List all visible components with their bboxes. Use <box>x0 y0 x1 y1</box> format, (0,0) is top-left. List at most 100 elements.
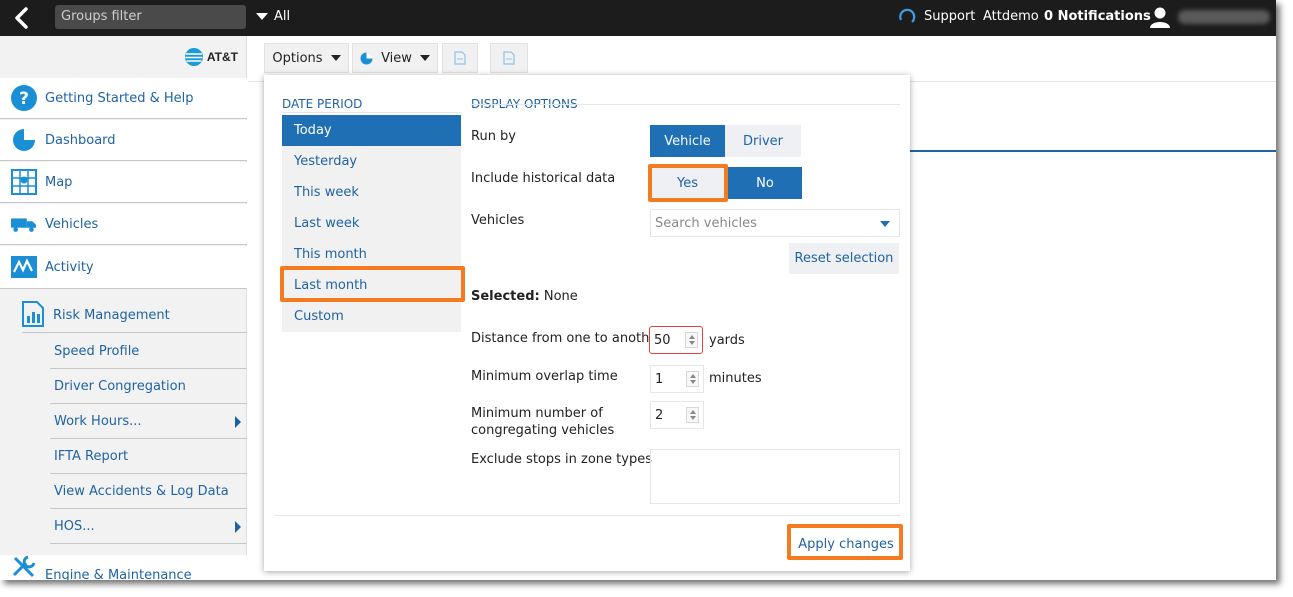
sidebar-subitem-ifta-report[interactable]: IFTA Report <box>50 439 247 474</box>
vehicles-label: Vehicles <box>471 213 525 228</box>
reset-selection-button[interactable]: Reset selection <box>789 243 899 274</box>
sidebar-item-risk-management[interactable]: Risk Management <box>22 299 247 333</box>
map-icon <box>11 169 37 195</box>
sidebar-subitem-driver-congregation[interactable]: Driver Congregation <box>50 369 247 404</box>
selected-value: None <box>543 289 578 304</box>
sidebar-subitem-view-accidents[interactable]: View Accidents & Log Data <box>50 474 247 509</box>
sidebar-item-dashboard[interactable]: Dashboard <box>0 120 247 161</box>
sidebar-item-engine-maintenance[interactable]: Engine & Maintenance <box>0 555 247 580</box>
vehicle-search-input[interactable]: Search vehicles <box>650 209 900 237</box>
sidebar-item-getting-started[interactable]: ? Getting Started & Help <box>0 78 247 119</box>
document-icon <box>454 51 466 65</box>
user-icon[interactable] <box>1148 5 1172 29</box>
sidebar-item-label: Getting Started & Help <box>45 90 194 106</box>
chevron-right-icon <box>235 521 241 533</box>
caret-down-icon <box>256 13 268 20</box>
print-button[interactable] <box>490 43 528 73</box>
sidebar-subitem-work-hours[interactable]: Work Hours... <box>50 404 247 439</box>
stepper-arrows-icon[interactable] <box>685 332 698 348</box>
scope-dropdown[interactable]: All <box>256 9 290 24</box>
sidebar-item-label: Map <box>45 174 73 190</box>
distance-unit: yards <box>709 333 745 348</box>
sidebar-subitem-label: IFTA Report <box>54 448 129 464</box>
historical-no-toggle[interactable]: No <box>728 167 802 199</box>
min-vehicles-label: Minimum number of <box>471 406 603 421</box>
sidebar-item-map[interactable]: Map <box>0 162 247 203</box>
groups-filter-input[interactable]: Groups filter <box>55 5 246 29</box>
period-custom[interactable]: Custom <box>282 301 461 332</box>
report-icon <box>22 300 44 331</box>
app-window: Groups filter All Support Attdemo 0 Noti… <box>0 0 1276 580</box>
sidebar-subitem-speed-profile[interactable]: Speed Profile <box>50 334 247 369</box>
pie-chart-icon <box>11 127 37 153</box>
search-placeholder: Search vehicles <box>655 215 757 231</box>
min-vehicles-label: congregating vehicles <box>471 423 615 438</box>
back-arrow-icon[interactable] <box>10 6 34 30</box>
account-link[interactable]: Attdemo <box>983 9 1039 24</box>
caret-down-icon[interactable] <box>880 221 890 227</box>
sidebar: AT&T ? Getting Started & Help Dashboard … <box>0 36 247 580</box>
overlap-value: 1 <box>655 371 664 387</box>
view-label: View <box>381 50 412 66</box>
sidebar-item-activity[interactable]: Activity <box>0 246 247 289</box>
caret-down-icon <box>419 55 430 61</box>
brand-logo: AT&T <box>184 46 238 68</box>
distance-label: Distance from one to another <box>471 331 663 346</box>
highlight-yes <box>648 164 728 202</box>
notifications-link[interactable]: 0 Notifications <box>1044 9 1151 24</box>
sidebar-subitem-label: Speed Profile <box>54 343 140 359</box>
min-vehicles-value: 2 <box>655 407 664 423</box>
overlap-stepper[interactable]: 1 <box>650 365 704 393</box>
date-period-title: DATE PERIOD <box>282 97 363 111</box>
globe-icon <box>184 48 203 66</box>
period-yesterday[interactable]: Yesterday <box>282 146 461 177</box>
divider <box>274 515 900 516</box>
chevron-right-icon <box>235 416 241 428</box>
stepper-arrows-icon[interactable] <box>686 407 699 423</box>
stepper-arrows-icon[interactable] <box>686 371 699 387</box>
selected-label: Selected: <box>471 289 540 304</box>
view-button[interactable]: View <box>352 43 438 73</box>
historical-label: Include historical data <box>471 171 616 186</box>
support-link[interactable]: Support <box>924 9 975 24</box>
sidebar-subitem-label: Work Hours... <box>54 413 142 429</box>
run-by-vehicle-toggle[interactable]: Vehicle <box>650 125 725 157</box>
run-by-label: Run by <box>471 129 517 144</box>
sidebar-subitem-hos[interactable]: HOS... <box>50 509 247 544</box>
divider <box>471 104 900 105</box>
sidebar-item-label: Dashboard <box>45 132 116 148</box>
pie-chart-icon <box>360 52 373 64</box>
exclude-zones-label: Exclude stops in zone types <box>471 452 652 467</box>
sidebar-item-label: Activity <box>45 259 94 275</box>
period-last-week[interactable]: Last week <box>282 208 461 239</box>
min-vehicles-stepper[interactable]: 2 <box>650 401 704 429</box>
brand-logo-text: AT&T <box>206 50 238 64</box>
sidebar-item-label: Vehicles <box>45 216 99 232</box>
truck-icon <box>11 211 37 237</box>
sidebar-subitem-label: Driver Congregation <box>54 378 186 394</box>
options-button[interactable]: Options <box>264 43 349 73</box>
distance-value: 50 <box>654 332 671 348</box>
caret-down-icon <box>330 55 341 61</box>
sidebar-subitem-label: HOS... <box>54 518 95 534</box>
scope-label: All <box>274 9 291 24</box>
support-icon[interactable] <box>898 8 916 26</box>
help-icon: ? <box>11 85 37 111</box>
overlap-label: Minimum overlap time <box>471 369 618 384</box>
sidebar-subitem-label: View Accidents & Log Data <box>54 483 229 499</box>
period-this-week[interactable]: This week <box>282 177 461 208</box>
sidebar-item-label: Risk Management <box>53 308 170 323</box>
wrench-icon <box>11 554 37 581</box>
sidebar-item-vehicles[interactable]: Vehicles <box>0 204 247 245</box>
zone-types-input[interactable] <box>650 449 900 504</box>
document-icon <box>503 51 515 65</box>
export-button[interactable] <box>442 43 478 73</box>
period-today[interactable]: Today <box>282 115 461 146</box>
content-divider <box>910 150 1276 152</box>
distance-stepper[interactable]: 50 <box>649 326 703 354</box>
selected-summary: Selected: None <box>471 289 578 304</box>
activity-icon <box>11 254 37 280</box>
run-by-driver-toggle[interactable]: Driver <box>725 125 801 157</box>
overlap-unit: minutes <box>709 371 762 386</box>
divider <box>282 112 461 113</box>
